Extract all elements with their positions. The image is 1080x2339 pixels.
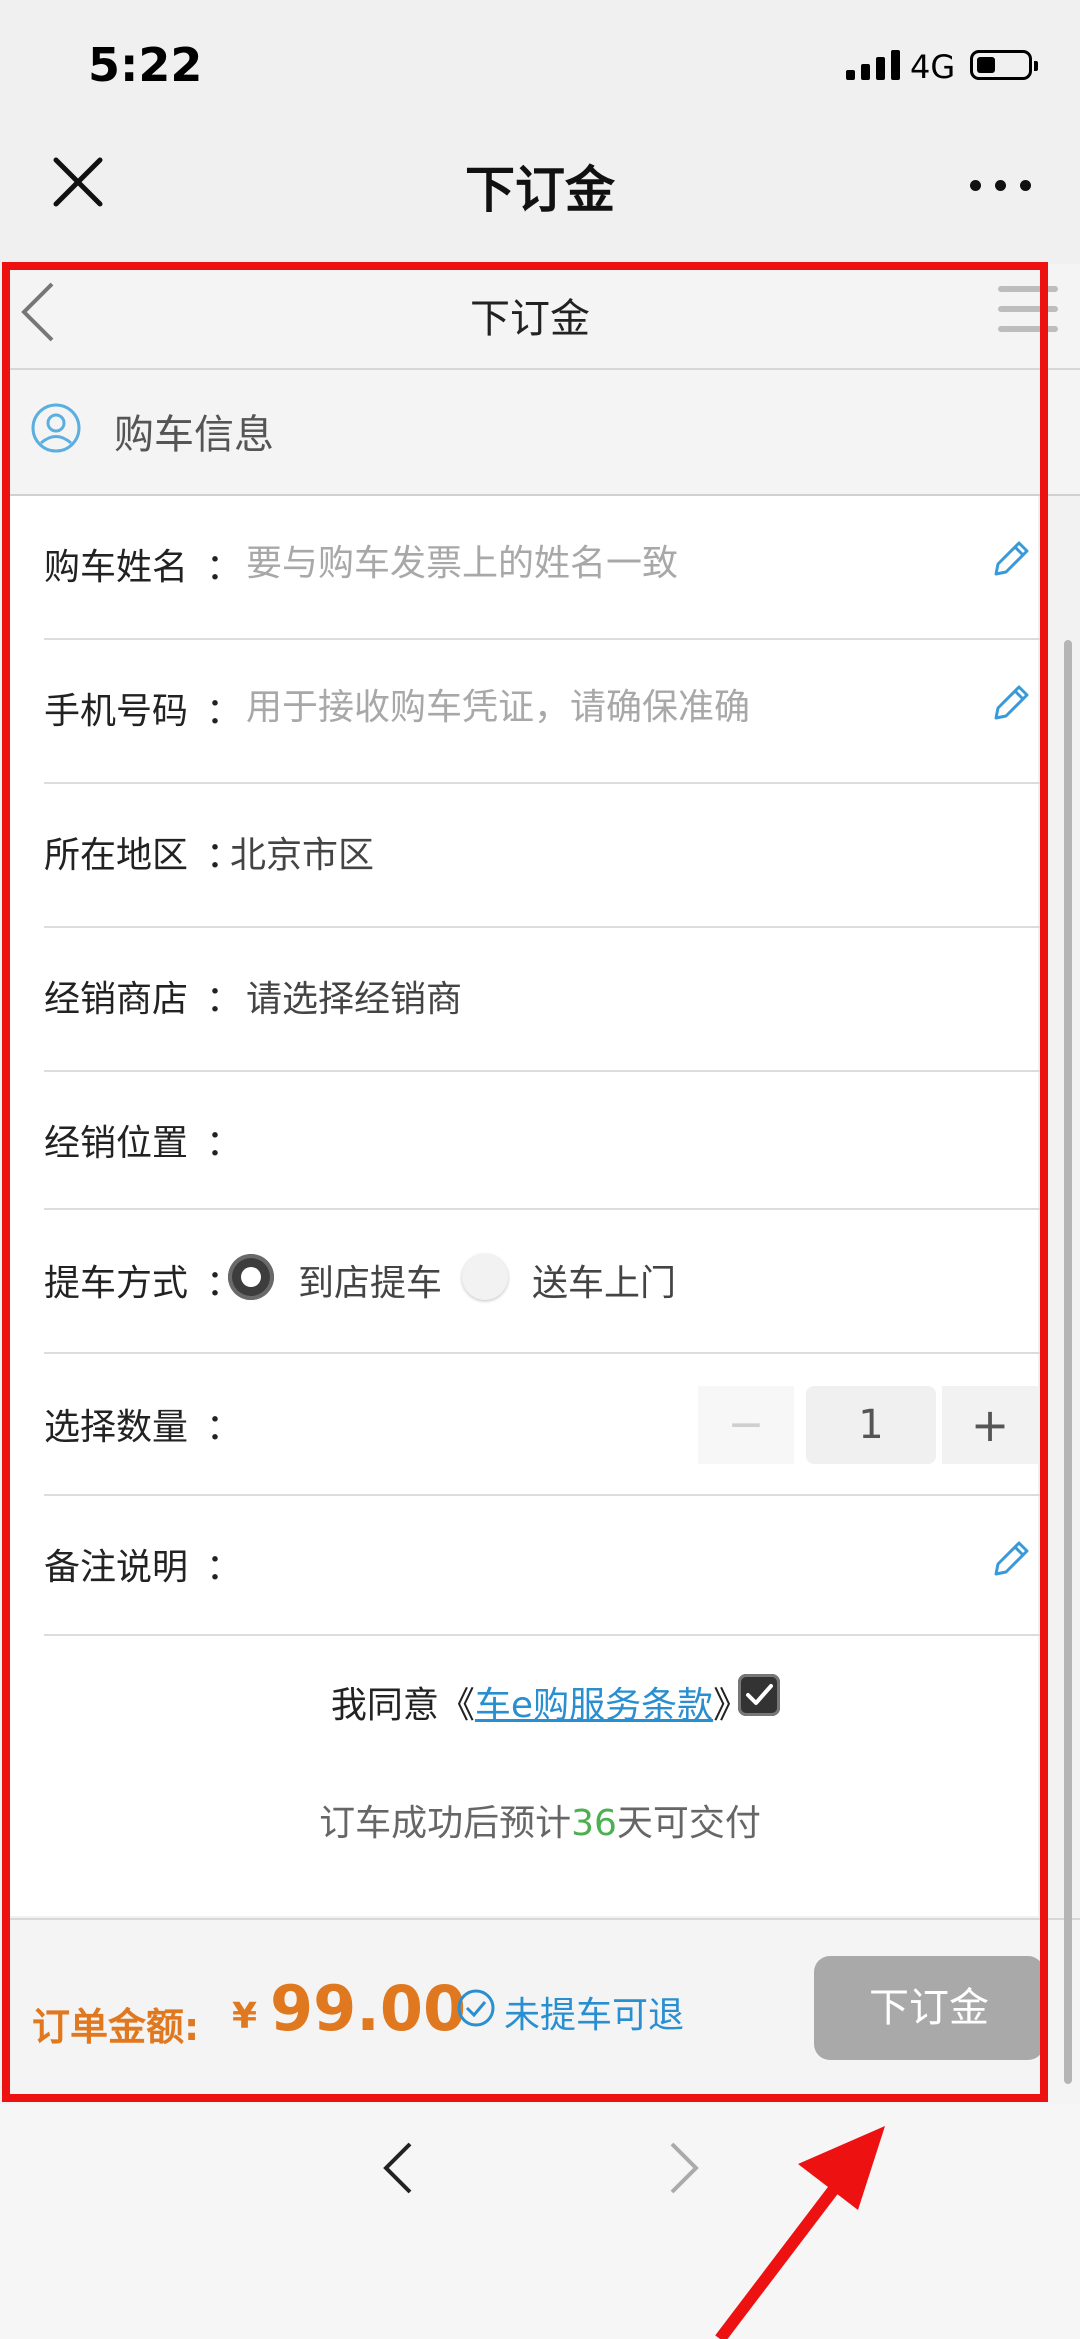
divider (44, 1352, 1048, 1354)
region-select[interactable]: 北京市区 (230, 826, 374, 878)
colon: ： (206, 547, 243, 588)
region-label: 所在地区 (44, 835, 189, 876)
quantity-minus-button[interactable]: − (698, 1386, 794, 1464)
divider (44, 1494, 1048, 1496)
check-circle-icon (457, 1989, 495, 2027)
divider (44, 1208, 1048, 1210)
phone-input[interactable]: 用于接收购车凭证，请确保准确 (246, 678, 750, 730)
name-label: 购车姓名 (44, 547, 189, 588)
currency-symbol: ¥ (232, 1996, 258, 2037)
quantity-label: 选择数量 (44, 1407, 189, 1448)
more-options-icon[interactable] (970, 180, 1032, 192)
delivery-suffix: 天可交付 (616, 1803, 761, 1844)
name-input[interactable]: 要与购车发票上的姓名一致 (246, 534, 678, 586)
pickup-store-radio[interactable] (228, 1254, 274, 1300)
section-title: 购车信息 (114, 412, 274, 458)
red-arrow-annotation (715, 2126, 885, 2339)
menu-icon[interactable] (998, 280, 1058, 340)
phone-label: 手机号码 (44, 691, 189, 732)
delivery-days: 36 (571, 1803, 617, 1844)
edit-note-icon[interactable] (988, 1536, 1034, 1582)
divider (44, 1634, 1048, 1636)
battery-icon (970, 50, 1038, 80)
delivery-prefix: 订车成功后预计 (319, 1803, 572, 1844)
colon: ： (206, 691, 243, 732)
quantity-plus-button[interactable]: + (942, 1386, 1038, 1464)
agreement-checkbox[interactable] (738, 1674, 780, 1716)
colon: ： (206, 1547, 243, 1588)
edit-name-icon[interactable] (988, 536, 1034, 582)
terms-link[interactable]: 车e购服务条款 (475, 1685, 713, 1726)
quantity-value[interactable]: 1 (806, 1386, 936, 1464)
pickup-delivery-radio[interactable] (462, 1254, 508, 1300)
colon: ： (206, 1407, 243, 1448)
refund-note: 未提车可退 (504, 1995, 685, 2036)
nav-back-icon[interactable] (378, 2138, 418, 2198)
pickup-option-delivery-label[interactable]: 送车上门 (532, 1254, 676, 1306)
divider (44, 638, 1048, 640)
delivery-estimate: 订车成功后预计36天可交付 (0, 1794, 1080, 1846)
user-icon (31, 403, 81, 453)
location-label: 经销位置 (44, 1123, 189, 1164)
page-title: 下订金 (470, 296, 590, 342)
network-type: 4G (910, 48, 956, 86)
agreement-text: 我同意《车e购服务条款》 (0, 1676, 1080, 1728)
scrollbar[interactable] (1064, 640, 1072, 2084)
edit-phone-icon[interactable] (988, 680, 1034, 726)
pickup-option-store-label[interactable]: 到店提车 (298, 1254, 442, 1306)
colon: ： (206, 1123, 243, 1164)
divider (44, 1070, 1048, 1072)
webview-title: 下订金 (465, 161, 615, 219)
submit-deposit-button[interactable]: 下订金 (814, 1956, 1044, 2060)
colon: ： (206, 979, 243, 1020)
browser-nav-bar (0, 2104, 1080, 2339)
dealer-select[interactable]: 请选择经销商 (246, 970, 462, 1022)
order-amount: 99.00 (270, 1972, 467, 2045)
cellular-signal-icon (846, 48, 902, 80)
amount-label: 订单金额: (32, 2005, 200, 2049)
note-label: 备注说明 (44, 1547, 189, 1588)
agreement-prefix: 我同意《 (330, 1685, 475, 1726)
status-time: 5:22 (88, 38, 203, 92)
divider (44, 782, 1048, 784)
divider (44, 926, 1048, 928)
dealer-label: 经销商店 (44, 979, 189, 1020)
pickup-label: 提车方式 (44, 1263, 189, 1304)
